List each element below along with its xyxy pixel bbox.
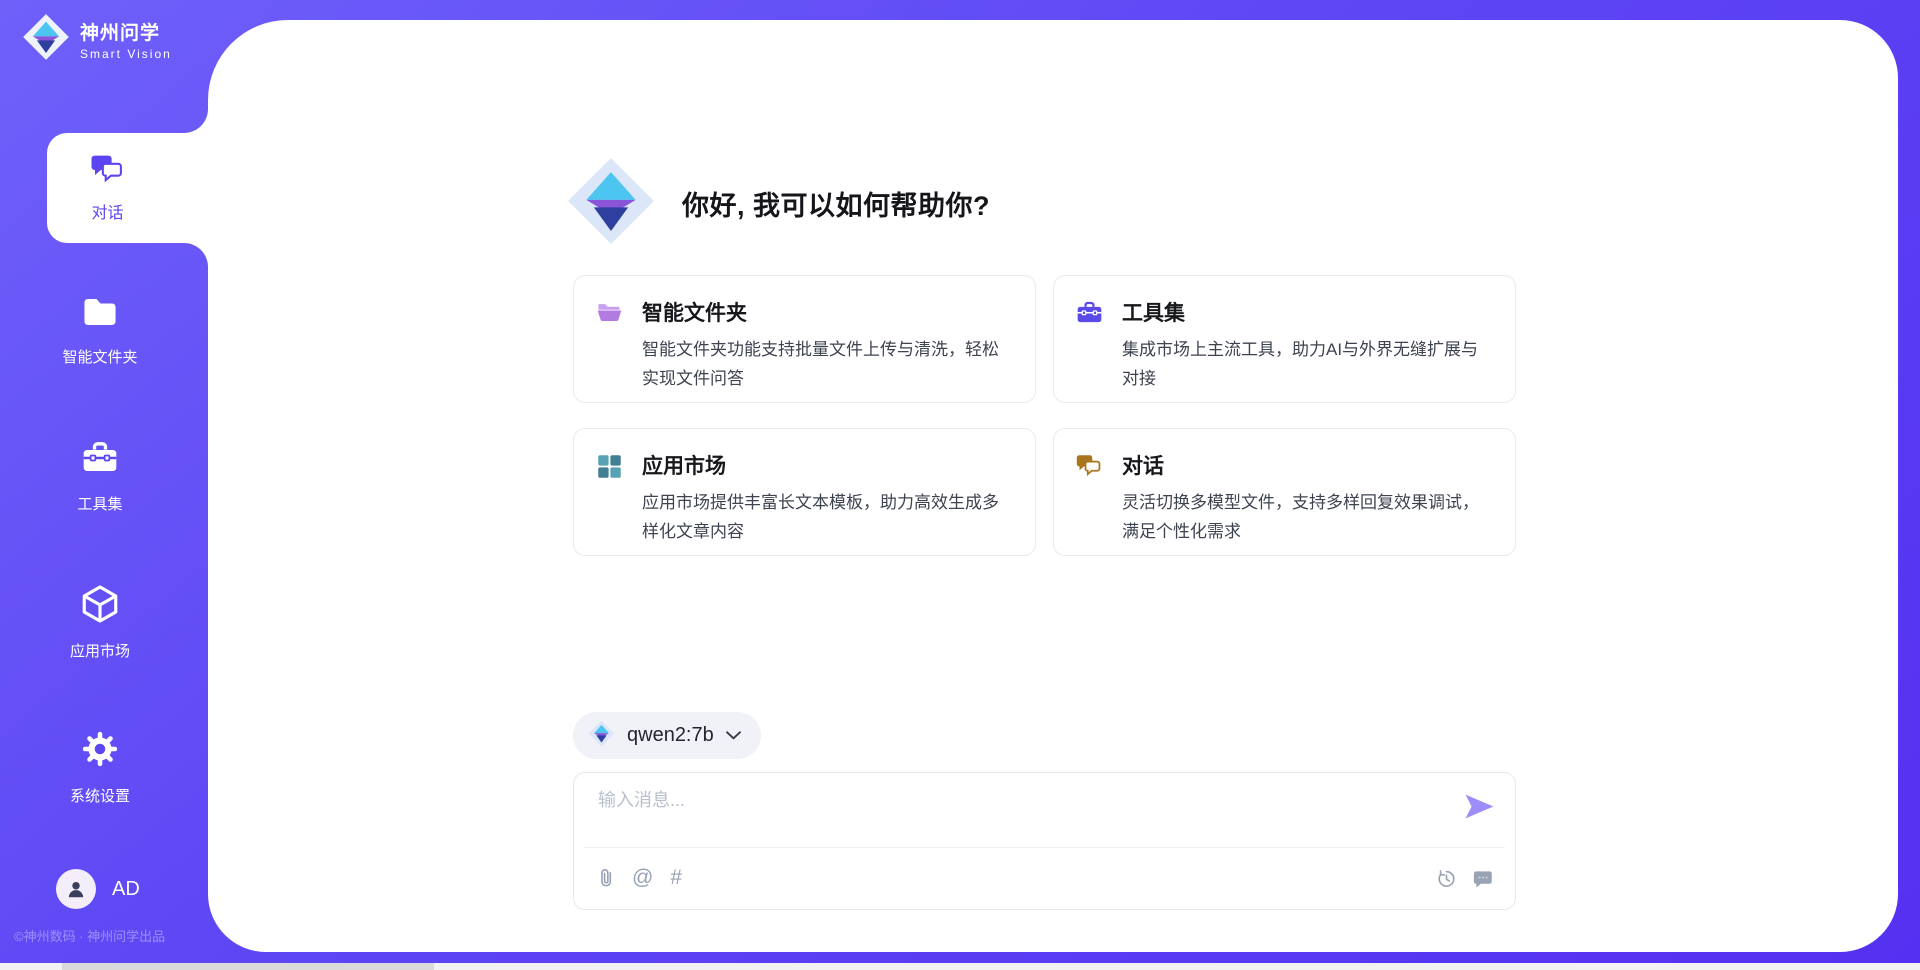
folder-icon: [79, 293, 121, 336]
horizontal-scrollbar[interactable]: [0, 963, 1920, 970]
feature-cards: 智能文件夹 智能文件夹功能支持批量文件上传与清洗，轻松实现文件问答 工具集 集成…: [573, 275, 1516, 556]
sidebar-item-toolset[interactable]: 工具集: [42, 438, 158, 514]
card-description: 智能文件夹功能支持批量文件上传与清洗，轻松实现文件问答: [642, 335, 1011, 393]
attach-file-button[interactable]: [598, 867, 615, 889]
app-subtitle: Smart Vision: [80, 47, 172, 61]
scrollbar-thumb[interactable]: [62, 963, 434, 970]
card-app-market[interactable]: 应用市场 应用市场提供丰富长文本模板，助力高效生成多样化文章内容: [573, 428, 1036, 556]
model-name: qwen2:7b: [627, 724, 714, 747]
message-composer: 输入消息... @ #: [573, 772, 1516, 910]
toolbox-icon: [1076, 300, 1103, 402]
card-title: 智能文件夹: [642, 297, 1011, 327]
card-description: 应用市场提供丰富长文本模板，助力高效生成多样化文章内容: [642, 488, 1011, 546]
history-button[interactable]: [1436, 868, 1457, 889]
user-name: AD: [112, 878, 140, 901]
greeting: 你好, 我可以如何帮助你?: [566, 156, 990, 251]
diamond-logo-icon: [22, 13, 70, 66]
sidebar-item-label: 工具集: [77, 493, 122, 514]
sidebar-item-label: 对话: [91, 199, 123, 223]
card-chat[interactable]: 对话 灵活切换多模型文件，支持多样回复效果调试，满足个性化需求: [1053, 428, 1516, 556]
sidebar-item-label: 系统设置: [70, 785, 130, 806]
card-title: 应用市场: [642, 450, 1011, 480]
sidebar-item-label: 智能文件夹: [62, 346, 137, 367]
gear-icon: [79, 728, 121, 775]
avatar: [56, 869, 96, 909]
sidebar-item-chat[interactable]: 对话: [47, 133, 168, 243]
card-title: 工具集: [1122, 297, 1491, 327]
conversation-button[interactable]: [1472, 868, 1493, 889]
greeting-title: 你好, 我可以如何帮助你?: [682, 184, 990, 223]
diamond-logo-icon: [588, 720, 615, 752]
card-toolset[interactable]: 工具集 集成市场上主流工具，助力AI与外界无缝扩展与对接: [1053, 275, 1516, 403]
app-name: 神州问学: [80, 18, 172, 45]
chat-bubbles-icon: [1076, 453, 1103, 555]
sidebar-item-label: 应用市场: [70, 640, 130, 661]
chevron-down-icon: [726, 727, 741, 745]
toolbox-icon: [79, 438, 121, 483]
app-logo: 神州问学 Smart Vision: [22, 13, 172, 66]
person-icon: [65, 878, 87, 900]
card-description: 集成市场上主流工具，助力AI与外界无缝扩展与对接: [1122, 335, 1491, 393]
sidebar-item-settings[interactable]: 系统设置: [42, 728, 158, 806]
cube-icon: [79, 583, 121, 630]
card-smart-folder[interactable]: 智能文件夹 智能文件夹功能支持批量文件上传与清洗，轻松实现文件问答: [573, 275, 1036, 403]
send-button[interactable]: [1464, 793, 1495, 825]
user-account[interactable]: AD: [56, 869, 140, 909]
sidebar-item-smart-folder[interactable]: 智能文件夹: [42, 293, 158, 367]
chat-bubbles-icon: [90, 153, 126, 191]
sidebar-item-app-market[interactable]: 应用市场: [42, 583, 158, 661]
card-title: 对话: [1122, 450, 1491, 480]
open-folder-icon: [596, 300, 623, 402]
copyright-footer: ©神州数码 · 神州问学出品: [14, 926, 165, 945]
mention-button[interactable]: @: [632, 866, 653, 890]
history-icon: [1436, 868, 1457, 889]
main-panel: 你好, 我可以如何帮助你? 智能文件夹 智能文件夹功能支持批量文件上传与清洗，轻…: [208, 20, 1898, 952]
model-selector[interactable]: qwen2:7b: [573, 712, 761, 759]
composer-toolbar: @ #: [598, 847, 1493, 909]
message-icon: [1472, 868, 1493, 889]
diamond-logo-icon: [566, 156, 656, 251]
grid-cube-icon: [596, 453, 623, 555]
card-description: 灵活切换多模型文件，支持多样回复效果调试，满足个性化需求: [1122, 488, 1491, 546]
paperclip-icon: [598, 867, 615, 889]
message-input[interactable]: 输入消息...: [598, 786, 685, 812]
send-icon: [1464, 793, 1495, 820]
hashtag-button[interactable]: #: [670, 866, 682, 890]
